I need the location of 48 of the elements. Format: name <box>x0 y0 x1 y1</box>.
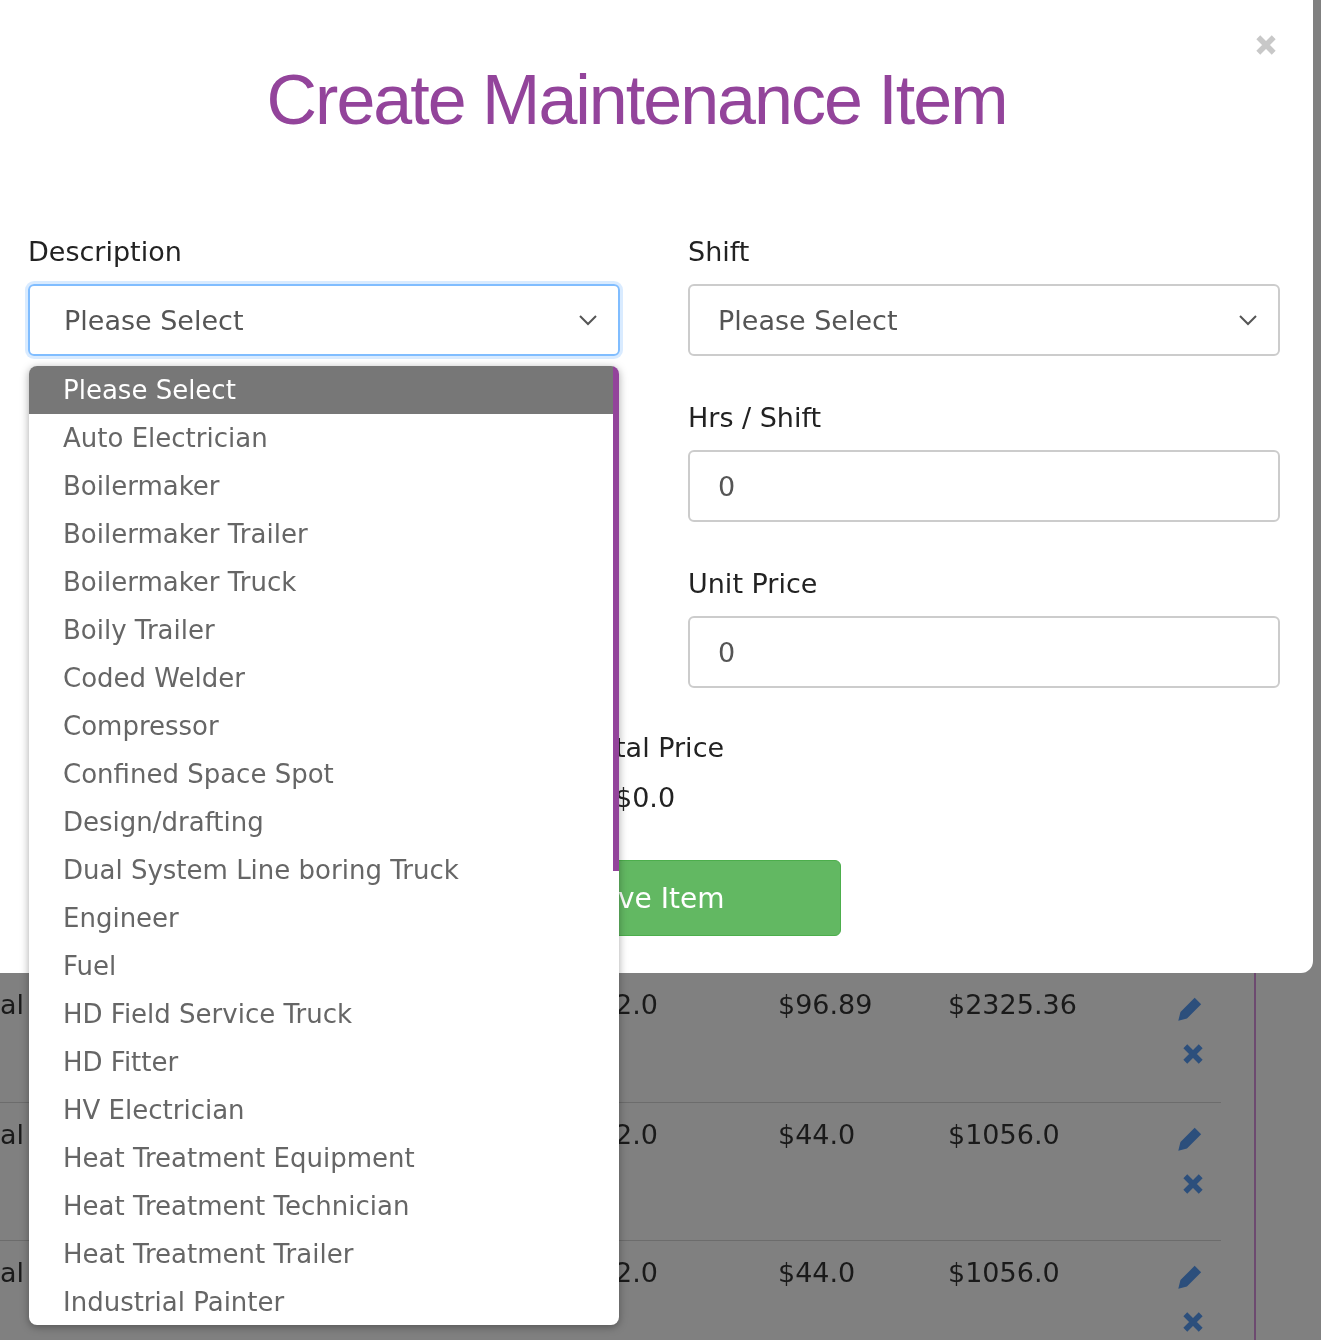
dropdown-option[interactable]: HD Fitter <box>29 1038 613 1086</box>
table-cell-text: $2325.36 <box>948 988 1078 1022</box>
dropdown-option[interactable]: Engineer <box>29 894 613 942</box>
dropdown-option[interactable]: HD Field Service Truck <box>29 990 613 1038</box>
dropdown-option[interactable]: Dual System Line boring Truck <box>29 846 613 894</box>
dropdown-option[interactable]: Please Select <box>29 366 613 414</box>
description-select[interactable]: Please Select <box>28 284 620 356</box>
table-cell-text: $44.0 <box>778 1256 857 1290</box>
close-icon[interactable] <box>1255 34 1277 56</box>
table-cell-text: $96.89 <box>778 988 874 1022</box>
table-cell-text: $44.0 <box>778 1118 857 1152</box>
dropdown-option[interactable]: Heat Treatment Trailer <box>29 1230 613 1278</box>
shift-select[interactable]: Please Select <box>688 284 1280 356</box>
dropdown-option[interactable]: Boilermaker Truck <box>29 558 613 606</box>
delete-icon[interactable] <box>1182 1173 1204 1195</box>
table-cell-text: al <box>0 1118 25 1152</box>
delete-icon[interactable] <box>1182 1043 1204 1065</box>
field-label: Unit Price <box>688 567 819 601</box>
field-label: Hrs / Shift <box>688 401 823 435</box>
chevron-icon <box>1238 314 1258 326</box>
dropdown-option[interactable]: Confined Space Spot <box>29 750 613 798</box>
table-cell-text: al <box>0 988 25 1022</box>
dropdown-option[interactable]: Coded Welder <box>29 654 613 702</box>
dropdown-option[interactable]: Design/drafting <box>29 798 613 846</box>
hours-input[interactable]: 0 <box>688 450 1280 522</box>
chevron-icon <box>578 314 598 326</box>
table-cell-text: $1056.0 <box>948 1118 1061 1152</box>
table-cell-text: $1056.0 <box>948 1256 1061 1290</box>
table-cell-text: al <box>0 1256 25 1290</box>
pencil-icon[interactable] <box>1176 1125 1204 1153</box>
delete-icon[interactable] <box>1182 1311 1204 1333</box>
field-label: Description <box>28 235 183 269</box>
pencil-icon[interactable] <box>1176 1263 1204 1291</box>
dropdown-option[interactable]: Boilermaker <box>29 462 613 510</box>
pencil-icon[interactable] <box>1176 995 1204 1023</box>
dropdown-option[interactable]: HV Electrician <box>29 1086 613 1134</box>
dropdown-option[interactable]: Compressor <box>29 702 613 750</box>
dropdown-option[interactable]: Fuel <box>29 942 613 990</box>
dialog-title: Create Maintenance Item <box>265 60 1008 141</box>
dropdown-option[interactable]: Heat Treatment Equipment <box>29 1134 613 1182</box>
dropdown-option[interactable]: Industrial Painter <box>29 1278 613 1325</box>
price-input[interactable]: 0 <box>688 616 1280 688</box>
total-value: $0.0 <box>615 781 677 815</box>
dropdown-option[interactable]: Boily Trailer <box>29 606 613 654</box>
dropdown-option[interactable]: Boilermaker Trailer <box>29 510 613 558</box>
dropdown-option[interactable]: Heat Treatment Technician <box>29 1182 613 1230</box>
field-label: Shift <box>688 235 751 269</box>
dropdown-option[interactable]: Auto Electrician <box>29 414 613 462</box>
